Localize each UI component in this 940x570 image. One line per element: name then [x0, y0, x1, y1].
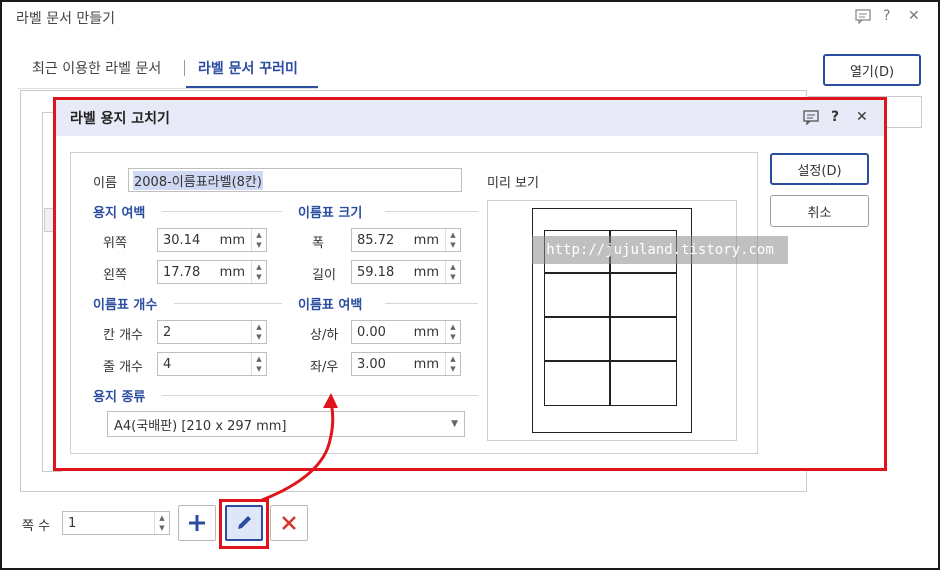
plus-icon	[189, 515, 205, 531]
delete-x-icon	[282, 516, 296, 530]
edit-button-highlight	[219, 499, 269, 549]
spinner-arrows-icon[interactable]: ▲ ▼	[154, 512, 169, 534]
delete-button[interactable]	[270, 505, 308, 541]
page-count-label: 쪽 수	[22, 519, 51, 534]
page-count-spinner[interactable]: 1 ▲ ▼	[62, 511, 170, 535]
page-count-value: 1	[68, 515, 77, 531]
add-button[interactable]	[178, 505, 216, 541]
annotation-arrow	[261, 393, 338, 502]
